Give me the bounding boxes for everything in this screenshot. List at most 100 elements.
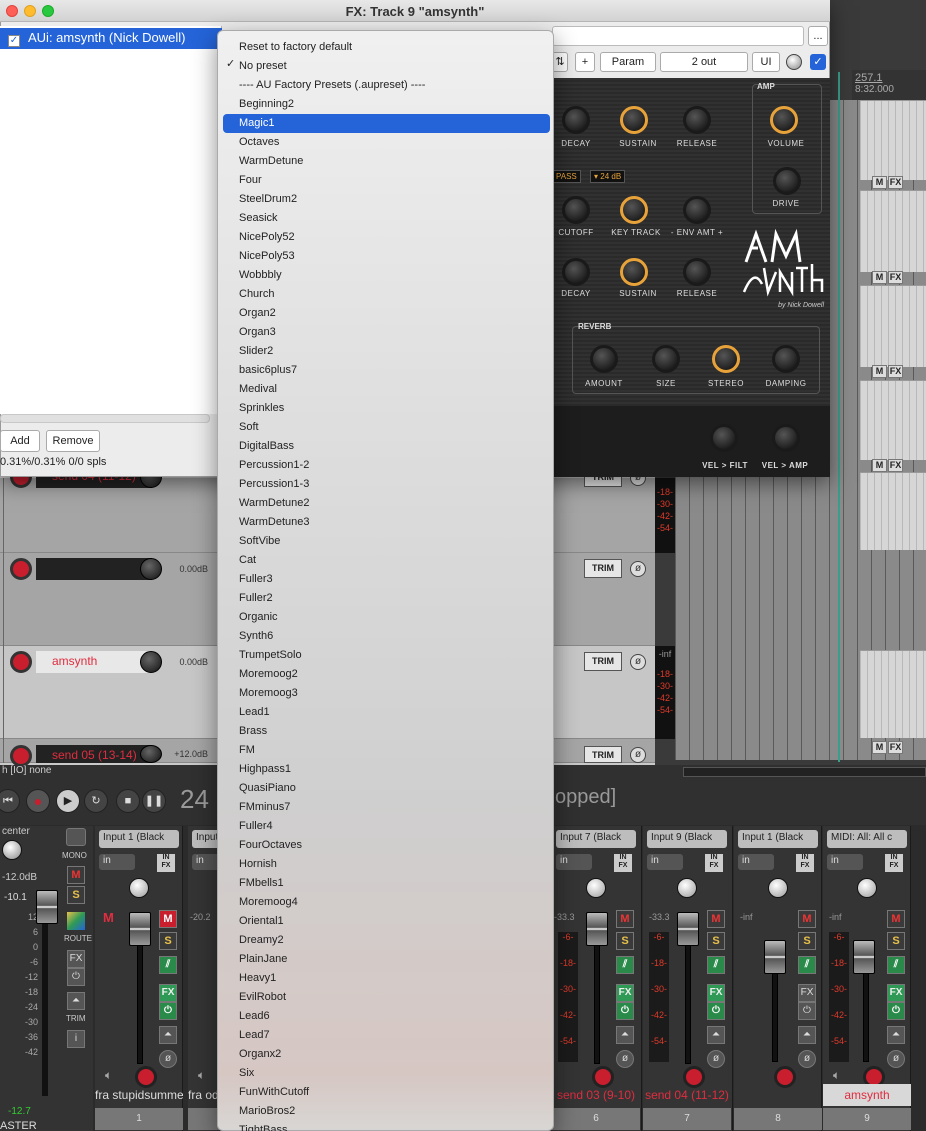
vel-filt-knob[interactable] <box>710 424 738 452</box>
menu-item-preset[interactable]: WarmDetune2 <box>239 494 569 513</box>
trim-button[interactable]: TRIM <box>584 559 622 578</box>
media-item[interactable] <box>860 100 926 180</box>
menu-item-preset[interactable]: Sprinkles <box>239 399 569 418</box>
fader-cap[interactable] <box>586 912 608 946</box>
wet-knob[interactable] <box>786 54 802 70</box>
env1-release-knob[interactable] <box>683 106 711 134</box>
menu-item-preset[interactable]: Fuller4 <box>239 817 569 836</box>
track-name[interactable] <box>36 558 152 580</box>
power-icon[interactable]: ⏻ <box>707 1002 725 1020</box>
media-item[interactable] <box>860 380 926 460</box>
in-fx-icon[interactable]: IN FX <box>614 854 632 872</box>
fx-list-scrollbar[interactable] <box>0 414 210 423</box>
mute-button[interactable]: M <box>616 910 634 928</box>
route-icon[interactable]: ⫽ <box>887 956 905 974</box>
stop-icon[interactable]: ■ <box>116 789 140 813</box>
pan-knob[interactable] <box>857 878 877 898</box>
volume-knob[interactable] <box>140 745 162 763</box>
phase-icon[interactable]: ø <box>630 654 646 670</box>
key-track-knob[interactable] <box>620 196 648 224</box>
menu-item-preset[interactable]: Highpass1 <box>239 760 569 779</box>
trim-icon[interactable]: ⏶ <box>616 1026 634 1044</box>
route-icon[interactable]: ⫽ <box>616 956 634 974</box>
menu-item-preset[interactable]: WarmDetune3 <box>239 513 569 532</box>
menu-item-preset[interactable]: Moremoog2 <box>239 665 569 684</box>
menu-item-preset[interactable]: Lead1 <box>239 703 569 722</box>
menu-item-preset[interactable]: Organ3 <box>239 323 569 342</box>
add-preset-button[interactable]: + <box>575 52 595 72</box>
menu-item-preset[interactable]: Magic1 <box>223 114 550 133</box>
pan-knob[interactable] <box>586 878 606 898</box>
reverb-stereo-knob[interactable] <box>712 345 740 373</box>
master-fx-button[interactable]: FX <box>67 950 85 968</box>
pan-knob[interactable] <box>677 878 697 898</box>
trim-icon[interactable]: ⏶ <box>707 1026 725 1044</box>
menu-item-preset[interactable]: Lead7 <box>239 1026 569 1045</box>
menu-item-preset[interactable]: TightBass <box>239 1121 569 1131</box>
menu-item-preset[interactable]: Dreamy2 <box>239 931 569 950</box>
mute-button[interactable]: M <box>159 910 177 928</box>
mute-button[interactable]: M <box>798 910 816 928</box>
fx-button[interactable]: FX <box>707 984 725 1002</box>
solo-button[interactable]: S <box>707 932 725 950</box>
speaker-icon[interactable]: 🔈︎ <box>833 1068 847 1084</box>
menu-item-preset[interactable]: FunWithCutoff <box>239 1083 569 1102</box>
menu-item-preset[interactable]: Heavy1 <box>239 969 569 988</box>
add-button[interactable]: Add <box>0 430 40 452</box>
media-item[interactable] <box>860 285 926 367</box>
input-select[interactable]: Input 1 (Black <box>99 830 179 848</box>
env2-sustain-knob[interactable] <box>620 258 648 286</box>
input-select[interactable]: Input 9 (Black <box>647 830 727 848</box>
menu-item-preset[interactable]: Percussion1-2 <box>239 456 569 475</box>
track-mute-button[interactable]: M <box>872 365 887 378</box>
menu-item-preset[interactable]: Six <box>239 1064 569 1083</box>
fx-button[interactable]: FX <box>159 984 177 1002</box>
phase-icon[interactable]: ø <box>887 1050 905 1068</box>
reverb-size-knob[interactable] <box>652 345 680 373</box>
track-fx-button[interactable]: FX <box>888 741 903 754</box>
menu-item-preset[interactable]: Moremoog3 <box>239 684 569 703</box>
in-fx-icon[interactable]: IN FX <box>885 854 903 872</box>
track-mute-button[interactable]: M <box>872 271 887 284</box>
menu-item-preset[interactable]: Percussion1-3 <box>239 475 569 494</box>
fx-button[interactable]: FX <box>798 984 816 1002</box>
play-icon[interactable]: ▶ <box>56 789 80 813</box>
menu-item-preset[interactable]: Moremoog4 <box>239 893 569 912</box>
in-fx-icon[interactable]: IN FX <box>157 854 175 872</box>
solo-button[interactable]: S <box>887 932 905 950</box>
menu-item-preset[interactable]: Octaves <box>239 133 569 152</box>
env1-sustain-knob[interactable] <box>620 106 648 134</box>
input-mode[interactable]: in <box>827 854 863 870</box>
horizontal-scrollbar[interactable] <box>683 767 926 777</box>
menu-item-preset[interactable]: Organic <box>239 608 569 627</box>
phase-icon[interactable]: ø <box>630 561 646 577</box>
strip-name[interactable]: fra stupidsummer <box>95 1084 183 1106</box>
menu-item-preset[interactable]: Oriental1 <box>239 912 569 931</box>
input-mode[interactable]: in <box>647 854 683 870</box>
in-fx-icon[interactable]: IN FX <box>705 854 723 872</box>
fader-cap[interactable] <box>853 940 875 974</box>
master-fader-track[interactable] <box>42 906 48 1096</box>
info-icon[interactable]: i <box>67 1030 85 1048</box>
track-fx-button[interactable]: FX <box>888 365 903 378</box>
route-icon[interactable]: ⫽ <box>159 956 177 974</box>
env-amount-knob[interactable] <box>683 196 711 224</box>
input-select[interactable]: MIDI: All: All c <box>827 830 907 848</box>
menu-item-preset[interactable]: Seasick <box>239 209 569 228</box>
track-mute-button[interactable]: M <box>872 459 887 472</box>
track-mute-button[interactable]: M <box>872 741 887 754</box>
menu-item-preset[interactable]: Four <box>239 171 569 190</box>
menu-item-preset[interactable]: Fuller3 <box>239 570 569 589</box>
menu-item-preset[interactable]: NicePoly52 <box>239 228 569 247</box>
record-arm-button[interactable] <box>10 745 32 767</box>
power-icon[interactable]: ⏻ <box>67 968 85 986</box>
param-button[interactable]: Param <box>600 52 656 72</box>
menu-item-preset[interactable]: Hornish <box>239 855 569 874</box>
record-icon[interactable]: ● <box>26 789 50 813</box>
phase-icon[interactable]: ø <box>616 1050 634 1068</box>
timeline-ruler[interactable]: 257.1 8:32.000 <box>852 70 926 100</box>
in-fx-icon[interactable]: IN FX <box>796 854 814 872</box>
strip-name[interactable] <box>734 1084 822 1106</box>
menu-item-preset[interactable]: basic6plus7 <box>239 361 569 380</box>
trim-icon[interactable]: ⏶ <box>67 992 85 1010</box>
